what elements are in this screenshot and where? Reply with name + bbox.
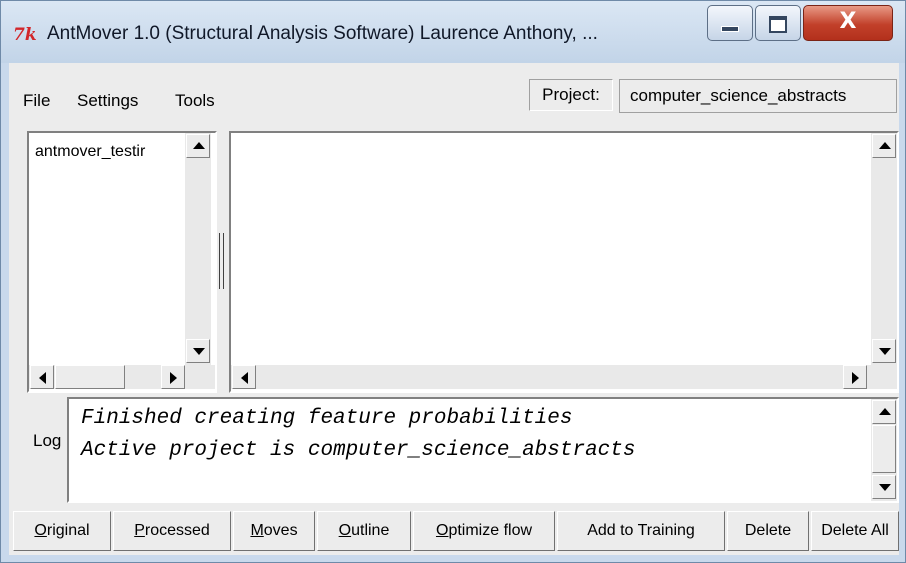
antmover-window: 7k AntMover 1.0 (Structural Analysis Sof… [0, 0, 906, 563]
scroll-thumb[interactable] [55, 365, 125, 389]
scroll-right-icon[interactable] [161, 365, 185, 389]
optimize-flow-button-label: Optimize flow [435, 522, 533, 539]
tk-app-icon: 7k [13, 25, 37, 45]
window-title: AntMover 1.0 (Structural Analysis Softwa… [47, 23, 598, 44]
maximize-icon [756, 6, 800, 33]
file-list-vertical-scrollbar[interactable] [185, 133, 211, 365]
title-bar[interactable]: 7k AntMover 1.0 (Structural Analysis Sof… [1, 1, 905, 63]
viewer-horizontal-scrollbar[interactable] [231, 365, 897, 389]
minimize-button[interactable] [707, 5, 753, 41]
scroll-up-icon[interactable] [186, 134, 210, 158]
close-button[interactable]: X [803, 5, 893, 41]
project-field[interactable]: computer_science_abstracts [619, 79, 897, 113]
delete-all-button-label: Delete All [821, 522, 889, 539]
scroll-down-icon[interactable] [186, 339, 210, 363]
scroll-up-icon[interactable] [872, 134, 896, 158]
menu-tools[interactable]: Tools [175, 91, 215, 111]
pane-splitter-handle[interactable] [217, 233, 227, 289]
menu-settings[interactable]: Settings [77, 91, 138, 111]
log-line: Active project is computer_science_abstr… [81, 439, 636, 462]
outline-button[interactable]: Outline [317, 511, 411, 551]
text-viewer[interactable] [229, 131, 899, 393]
maximize-button[interactable] [755, 5, 801, 41]
file-list[interactable]: antmover_testir [27, 131, 217, 393]
original-button-label: Original [34, 522, 90, 539]
log-line: Finished creating feature probabilities [81, 407, 573, 430]
processed-button-label: Processed [134, 522, 210, 539]
log-label: Log [33, 431, 62, 450]
scroll-right-icon[interactable] [843, 365, 867, 389]
add-to-training-button[interactable]: Add to Training [557, 511, 725, 551]
scroll-left-icon[interactable] [232, 365, 256, 389]
processed-button[interactable]: Processed [113, 511, 231, 551]
file-list-item[interactable]: antmover_testir [35, 143, 185, 161]
scroll-thumb[interactable] [872, 425, 896, 473]
viewer-vertical-scrollbar[interactable] [871, 133, 897, 365]
project-label: Project: [529, 79, 613, 111]
scroll-down-icon[interactable] [872, 339, 896, 363]
menu-bar: File Settings Tools Project: computer_sc… [9, 63, 899, 125]
menu-file[interactable]: File [23, 91, 50, 111]
delete-button[interactable]: Delete [727, 511, 809, 551]
scroll-up-icon[interactable] [872, 400, 896, 424]
action-button-bar: Original Processed Moves Outline Optimiz… [9, 505, 899, 555]
moves-button-label: Moves [250, 522, 298, 539]
close-icon: X [839, 9, 857, 34]
log-text-area[interactable]: Finished creating feature probabilities … [67, 397, 899, 503]
client-area: File Settings Tools Project: computer_sc… [9, 63, 899, 555]
add-to-training-button-label: Add to Training [587, 522, 695, 539]
optimize-flow-button[interactable]: Optimize flow [413, 511, 555, 551]
moves-button[interactable]: Moves [233, 511, 315, 551]
original-button[interactable]: Original [13, 511, 111, 551]
scroll-down-icon[interactable] [872, 475, 896, 499]
scroll-left-icon[interactable] [30, 365, 54, 389]
file-list-horizontal-scrollbar[interactable] [29, 365, 215, 389]
delete-all-button[interactable]: Delete All [811, 511, 899, 551]
delete-button-label: Delete [744, 522, 792, 539]
log-vertical-scrollbar[interactable] [871, 399, 897, 501]
outline-button-label: Outline [338, 522, 390, 539]
